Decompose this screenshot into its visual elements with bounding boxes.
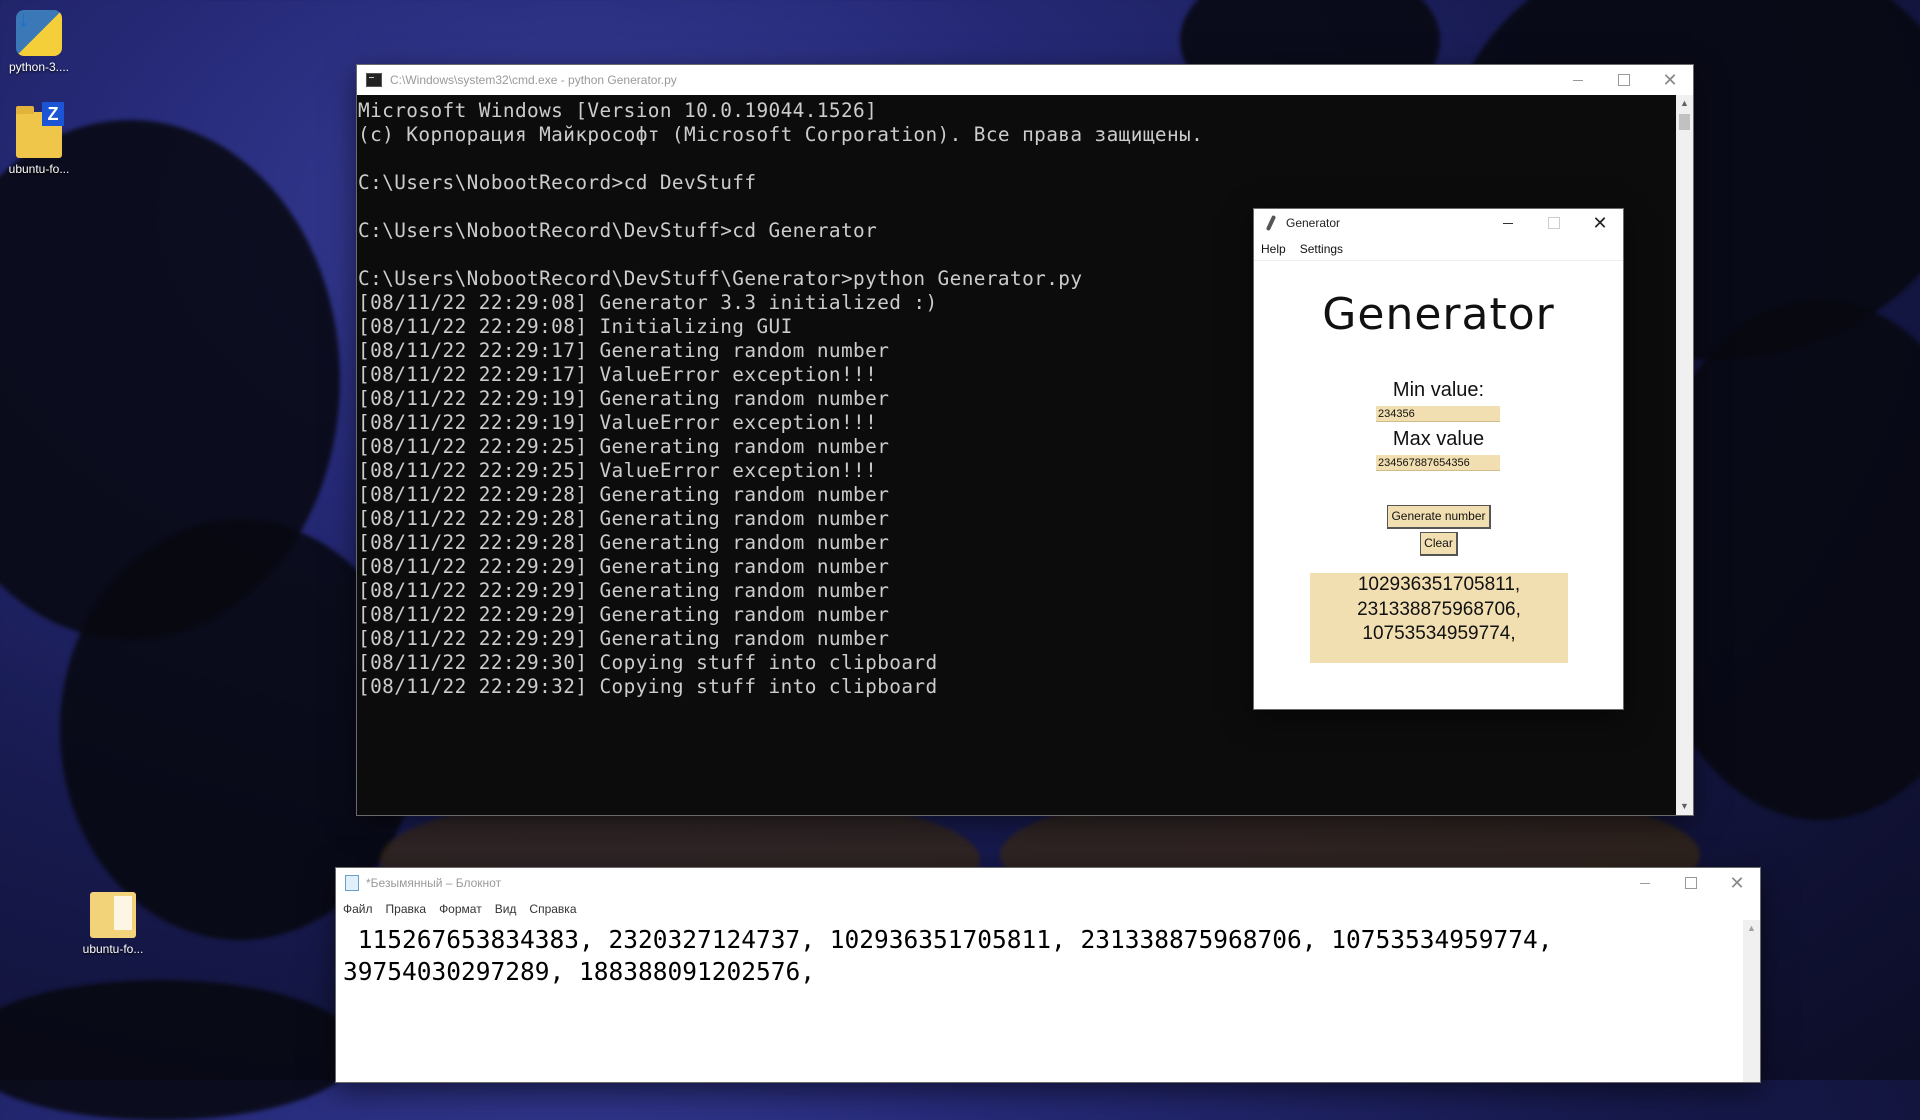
cmd-window-title: C:\Windows\system32\cmd.exe - python Gen… xyxy=(390,73,677,87)
console-line: (c) Корпорация Майкрософт (Microsoft Cor… xyxy=(358,123,1204,146)
notepad-window-title: *Безымянный – Блокнот xyxy=(366,876,502,890)
generator-menubar: Help Settings xyxy=(1254,238,1623,261)
generator-window[interactable]: Generator ✕ Help Settings Generator Min … xyxy=(1254,209,1623,709)
minimize-button[interactable] xyxy=(1485,209,1531,237)
maximize-button[interactable] xyxy=(1668,868,1714,898)
folder-icon xyxy=(90,892,136,938)
close-button[interactable]: ✕ xyxy=(1714,868,1760,898)
output-line: 231338875968706, xyxy=(1357,598,1521,620)
zip-folder-icon: Z xyxy=(16,102,64,158)
notepad-window[interactable]: *Безымянный – Блокнот ✕ Файл Правка Форм… xyxy=(336,868,1760,1082)
maximize-button xyxy=(1531,209,1577,237)
console-line: Microsoft Windows [Version 10.0.19044.15… xyxy=(358,99,878,122)
scroll-up-icon[interactable]: ▲ xyxy=(1743,920,1760,937)
notepad-text-area[interactable]: 115267653834383, 2320327124737, 10293635… xyxy=(343,924,1740,1082)
close-button[interactable]: ✕ xyxy=(1647,65,1693,95)
menu-format[interactable]: Формат xyxy=(432,902,488,916)
scrollbar-thumb[interactable] xyxy=(1679,114,1690,130)
menu-file[interactable]: Файл xyxy=(336,902,379,916)
min-value-input[interactable] xyxy=(1376,406,1500,422)
minimize-button[interactable] xyxy=(1622,868,1668,898)
close-button[interactable]: ✕ xyxy=(1577,209,1623,237)
max-value-input[interactable] xyxy=(1376,455,1500,471)
scroll-down-icon[interactable]: ▼ xyxy=(1676,798,1693,815)
desktop-icon-label: ubuntu-fo... xyxy=(82,942,144,956)
vertical-scrollbar[interactable]: ▲ xyxy=(1743,920,1760,1082)
menu-help[interactable]: Help xyxy=(1254,242,1293,256)
terminal-icon xyxy=(366,73,382,87)
max-value-label: Max value xyxy=(1392,428,1485,450)
menu-help[interactable]: Справка xyxy=(522,902,582,916)
desktop-icon-ubuntu-folder[interactable]: ubuntu-fo... xyxy=(68,892,158,956)
menu-view[interactable]: Вид xyxy=(488,902,523,916)
vertical-scrollbar[interactable]: ▲ ▼ xyxy=(1676,95,1693,815)
output-line: 102936351705811, xyxy=(1357,574,1521,595)
generator-heading: Generator xyxy=(1322,289,1555,340)
maximize-button[interactable] xyxy=(1601,65,1647,95)
generate-number-button[interactable]: Generate number xyxy=(1387,505,1491,529)
min-value-label: Min value: xyxy=(1392,379,1485,401)
desktop-icon-label: ubuntu-fo... xyxy=(8,162,70,176)
desktop-icon-label: python-3.... xyxy=(8,60,70,74)
cmd-titlebar[interactable]: C:\Windows\system32\cmd.exe - python Gen… xyxy=(357,65,1693,95)
output-line: 10753534959774, xyxy=(1362,623,1516,644)
feather-icon xyxy=(1264,215,1278,231)
menu-edit[interactable]: Правка xyxy=(379,902,433,916)
desktop-icon-python-installer[interactable]: python-3.... xyxy=(0,6,84,74)
notepad-icon xyxy=(345,875,359,891)
minimize-button[interactable] xyxy=(1555,65,1601,95)
notepad-titlebar[interactable]: *Безымянный – Блокнот xyxy=(336,868,1760,898)
notepad-menubar: Файл Правка Формат Вид Справка xyxy=(336,898,1760,920)
console-line: C:\Users\NobootRecord>cd DevStuff xyxy=(358,171,757,194)
scroll-up-icon[interactable]: ▲ xyxy=(1676,95,1693,112)
desktop-icon-ubuntu-zip[interactable]: Z ubuntu-fo... xyxy=(0,102,84,176)
menu-settings[interactable]: Settings xyxy=(1293,242,1350,256)
generator-window-title: Generator xyxy=(1286,216,1341,230)
python-installer-icon xyxy=(16,6,62,56)
generated-numbers-output: 102936351705811, 231338875968706, 107535… xyxy=(1310,573,1568,663)
clear-button[interactable]: Clear xyxy=(1420,532,1458,556)
